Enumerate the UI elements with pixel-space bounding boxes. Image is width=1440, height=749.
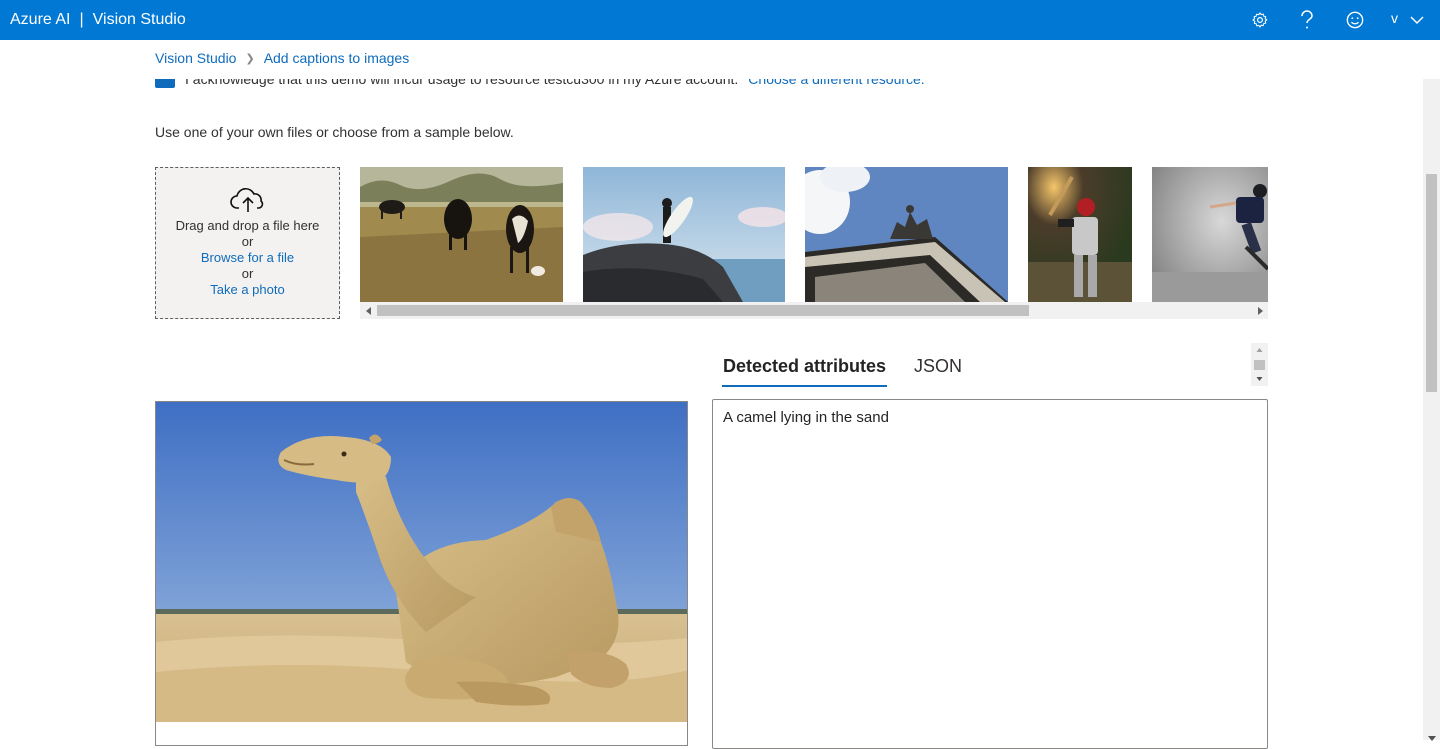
sample-image-baseball-batter[interactable]	[1028, 167, 1132, 302]
page-vertical-scrollbar[interactable]	[1423, 79, 1440, 741]
acknowledgement-row: I acknowledge that this demo will incur …	[155, 79, 1255, 88]
breadcrumb-home[interactable]: Vision Studio	[155, 50, 236, 66]
acknowledgement-text: I acknowledge that this demo will incur …	[185, 79, 739, 87]
or-text: or	[241, 234, 254, 249]
brand-name: Azure AI	[10, 11, 71, 28]
change-resource-link[interactable]: Choose a different resource.	[748, 79, 924, 87]
help-icon[interactable]	[1295, 8, 1319, 32]
tabs-scrollbar[interactable]	[1251, 343, 1268, 386]
brand[interactable]: Azure AI | Vision Studio	[10, 0, 186, 40]
sample-image-cows[interactable]	[360, 167, 563, 302]
sample-image-building-statue[interactable]	[805, 167, 1008, 302]
top-header: Azure AI | Vision Studio v	[0, 0, 1440, 40]
settings-icon[interactable]	[1248, 8, 1272, 32]
breadcrumb: Vision Studio ❯ Add captions to images	[155, 50, 409, 66]
result-tabs: Detected attributes JSON	[722, 352, 989, 387]
horizontal-scrollbar[interactable]	[360, 302, 1268, 319]
chevron-down-icon[interactable]	[1405, 8, 1429, 32]
intro-text: Use one of your own files or choose from…	[155, 124, 514, 140]
selected-image-preview	[155, 401, 688, 746]
or-text: or	[241, 266, 254, 281]
horizontal-scrollbar-thumb[interactable]	[377, 305, 1029, 316]
browse-file-link[interactable]: Browse for a file	[156, 250, 339, 266]
caption-result-panel: A camel lying in the sand	[712, 399, 1268, 749]
caption-text: A camel lying in the sand	[723, 409, 889, 426]
scroll-left-arrow-icon[interactable]	[360, 302, 377, 319]
cloud-upload-icon	[229, 186, 267, 214]
page-scrollbar-thumb[interactable]	[1426, 174, 1437, 392]
sample-image-surfer[interactable]	[583, 167, 785, 302]
tab-json[interactable]: JSON	[913, 352, 963, 387]
breadcrumb-current[interactable]: Add captions to images	[264, 50, 410, 66]
product-name: Vision Studio	[92, 11, 186, 28]
scroll-down-arrow-icon[interactable]	[1428, 729, 1436, 747]
brand-separator: |	[79, 11, 84, 28]
user-initial[interactable]: v	[1391, 10, 1398, 26]
sample-image-skateboarder[interactable]	[1152, 167, 1268, 302]
scroll-right-arrow-icon[interactable]	[1251, 302, 1268, 319]
take-photo-link[interactable]: Take a photo	[156, 282, 339, 298]
tab-detected-attributes[interactable]: Detected attributes	[722, 352, 888, 387]
breadcrumb-chevron-icon: ❯	[245, 52, 255, 65]
acknowledgement-checkbox[interactable]	[155, 79, 175, 88]
sample-image-strip	[360, 167, 1268, 319]
drag-drop-text: Drag and drop a file here	[175, 218, 320, 233]
upload-dropzone[interactable]: Drag and drop a file here or Browse for …	[155, 167, 340, 319]
feedback-smiley-icon[interactable]	[1343, 8, 1367, 32]
